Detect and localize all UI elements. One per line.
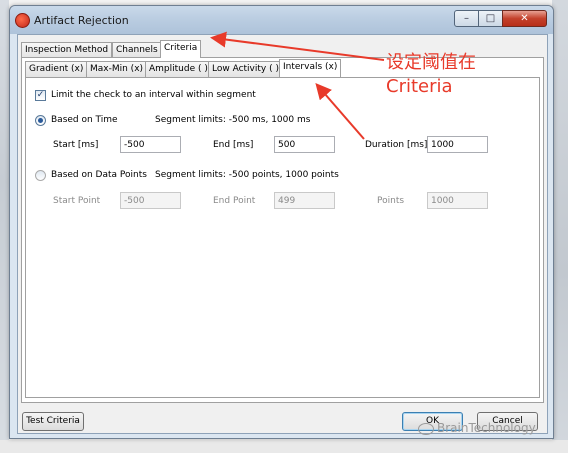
based-on-time-label: Based on Time: [51, 115, 118, 125]
dialog-client-area: Inspection Method Channels Criteria Grad…: [17, 34, 548, 434]
watermark-text: BrainTechnology: [437, 421, 536, 435]
tab-criteria[interactable]: Criteria: [160, 40, 202, 58]
window-title: Artifact Rejection: [34, 14, 129, 27]
end-point-input: [274, 192, 335, 209]
start-ms-input[interactable]: [120, 136, 181, 153]
wechat-icon: [418, 422, 434, 435]
watermark: BrainTechnology: [418, 421, 536, 435]
tab-low-activity[interactable]: Low Activity ( ): [208, 61, 283, 77]
app-logo-icon: [15, 13, 30, 28]
limit-interval-checkbox[interactable]: ✓: [35, 90, 46, 101]
start-ms-label: Start [ms]: [53, 140, 99, 150]
tab-channels[interactable]: Channels: [112, 42, 162, 58]
limit-interval-label: Limit the check to an interval within se…: [51, 90, 256, 100]
background-left-strip: [0, 0, 9, 453]
based-on-data-points-label: Based on Data Points: [51, 170, 147, 180]
intervals-panel: ✓ Limit the check to an interval within …: [25, 77, 540, 398]
duration-ms-input[interactable]: [427, 136, 488, 153]
annotation-text-line1: 设定阈值在: [386, 52, 476, 73]
tab-intervals[interactable]: Intervals (x): [279, 59, 342, 77]
annotation-text-line2: Criteria: [386, 76, 453, 97]
time-segment-limits: Segment limits: -500 ms, 1000 ms: [155, 115, 311, 125]
close-button[interactable]: ✕: [502, 10, 547, 27]
maximize-button[interactable]: □: [478, 10, 503, 27]
test-criteria-button[interactable]: Test Criteria: [22, 412, 84, 431]
title-bar: Artifact Rejection – □ ✕: [10, 6, 553, 34]
tab-inspection-method[interactable]: Inspection Method: [21, 42, 113, 58]
points-label: Points: [377, 196, 405, 206]
end-ms-label: End [ms]: [213, 140, 254, 150]
end-ms-input[interactable]: [274, 136, 335, 153]
based-on-time-radio[interactable]: [35, 115, 46, 126]
minimize-button[interactable]: –: [454, 10, 479, 27]
based-on-data-points-radio[interactable]: [35, 170, 46, 181]
tab-max-min[interactable]: Max-Min (x): [86, 61, 148, 77]
tab-amplitude[interactable]: Amplitude ( ): [145, 61, 212, 77]
tab-gradient[interactable]: Gradient (x): [25, 61, 88, 77]
background-right-strip: [552, 0, 568, 453]
criteria-panel: Gradient (x) Max-Min (x) Amplitude ( ) L…: [21, 57, 544, 403]
background-bottom-strip: [0, 440, 568, 453]
points-count-input: [427, 192, 488, 209]
start-point-input: [120, 192, 181, 209]
end-point-label: End Point: [213, 196, 256, 206]
points-segment-limits: Segment limits: -500 points, 1000 points: [155, 170, 339, 180]
duration-ms-label: Duration [ms]: [365, 140, 428, 150]
start-point-label: Start Point: [53, 196, 101, 206]
